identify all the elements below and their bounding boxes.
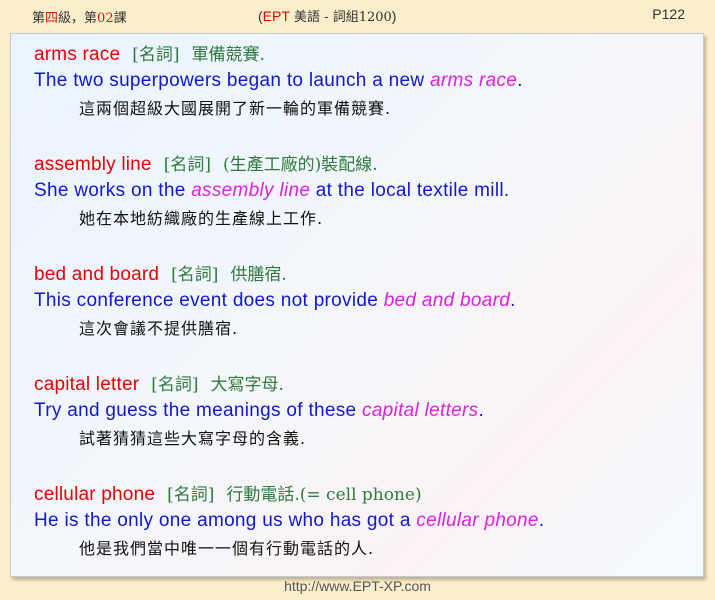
- example-after: .: [538, 510, 545, 531]
- example-before: He is the only one among us who has got …: [34, 510, 417, 531]
- footer-url: http://www.EPT-XP.com: [284, 578, 431, 594]
- example-highlight: cellular phone: [416, 510, 539, 531]
- example-before: Try and guess the meanings of these: [34, 400, 363, 421]
- example-highlight: arms race: [430, 70, 518, 91]
- page-title: (EPT 美語 - 詞組1200): [258, 6, 396, 25]
- entry-pos: [名詞]: [151, 375, 199, 395]
- example-after: .: [510, 290, 516, 311]
- example-after: .: [517, 70, 523, 91]
- entry-pos: [名詞]: [132, 45, 180, 65]
- page-number: P122: [652, 6, 685, 22]
- lesson-suffix: 課: [113, 11, 127, 26]
- entry-heading: cellular phone [名詞] 行動電話.(= cell phone): [34, 482, 694, 508]
- entry-heading: assembly line [名詞] (生產工廠的)裝配線.: [34, 152, 694, 178]
- example-before: The two superpowers began to launch a ne…: [34, 70, 431, 91]
- entry-term: assembly line: [34, 154, 152, 175]
- vocab-entry: capital letter [名詞] 大寫字母. Try and guess th…: [34, 372, 694, 452]
- title-subtitle: 美語 - 詞組1200: [289, 10, 392, 25]
- example-highlight: capital letters: [362, 400, 479, 421]
- lesson-mid: 級，第: [58, 11, 98, 26]
- entry-pos: [名詞]: [171, 265, 219, 285]
- entry-example: Try and guess the meanings of these capi…: [34, 398, 694, 424]
- vocabulary-card: arms race [名詞] 軍備競賽. The two superpowers b…: [10, 33, 704, 577]
- vocab-entry: arms race [名詞] 軍備競賽. The two superpowers b…: [34, 42, 694, 122]
- entry-example: This conference event does not provide b…: [34, 288, 694, 314]
- vocab-entry: assembly line [名詞] (生產工廠的)裝配線. She works o…: [34, 152, 694, 232]
- entry-term: capital letter: [34, 374, 140, 395]
- lesson-grade: 四: [45, 11, 59, 26]
- entry-heading: bed and board [名詞] 供膳宿.: [34, 262, 694, 288]
- entry-translation: 這兩個超級大國展開了新一輪的軍備競賽.: [79, 99, 392, 118]
- entry-translation: 這次會議不提供膳宿.: [79, 319, 239, 338]
- entry-term: cellular phone: [34, 484, 156, 505]
- entry-heading: arms race [名詞] 軍備競賽.: [34, 42, 694, 68]
- example-before: This conference event does not provide: [34, 290, 384, 311]
- title-close: ): [391, 8, 397, 24]
- example-highlight: bed and board: [383, 290, 511, 311]
- vocab-entry: bed and board [名詞] 供膳宿. This conference ev…: [34, 262, 694, 342]
- entry-heading: capital letter [名詞] 大寫字母.: [34, 372, 694, 398]
- entry-definition: (生產工廠的)裝配線.: [222, 155, 378, 175]
- lesson-label: 第四級，第02課: [32, 7, 127, 26]
- title-brand: EPT: [262, 8, 290, 24]
- example-highlight: assembly line: [191, 180, 311, 201]
- entry-example: The two superpowers began to launch a ne…: [34, 68, 694, 94]
- vocab-entry: cellular phone [名詞] 行動電話.(= cell phone) He…: [34, 482, 694, 562]
- lesson-number: 02: [97, 11, 114, 26]
- entry-translation: 她在本地紡織廠的生產線上工作.: [79, 209, 324, 228]
- entry-example: She works on the assembly line at the lo…: [34, 178, 694, 204]
- entry-translation: 試著猜猜這些大寫字母的含義.: [79, 429, 307, 448]
- entry-example: He is the only one among us who has got …: [34, 508, 694, 534]
- entry-pos: [名詞]: [163, 155, 211, 175]
- entry-definition: 軍備競賽.: [191, 45, 265, 65]
- entry-term: bed and board: [34, 264, 160, 285]
- entry-term: arms race: [34, 44, 121, 65]
- entry-definition: 大寫字母.: [210, 375, 284, 395]
- entry-pos: [名詞]: [167, 485, 215, 505]
- entry-definition: 行動電話.(= cell phone): [226, 485, 422, 505]
- example-after: .: [478, 400, 485, 421]
- entry-definition: 供膳宿.: [230, 265, 287, 285]
- header-bar: 第四級，第02課 (EPT 美語 - 詞組1200) P122: [0, 0, 715, 30]
- example-before: She works on the: [34, 180, 192, 201]
- example-after: at the local textile mill.: [310, 180, 510, 201]
- entry-translation: 他是我們當中唯一一個有行動電話的人.: [79, 539, 375, 558]
- lesson-prefix: 第: [32, 11, 46, 26]
